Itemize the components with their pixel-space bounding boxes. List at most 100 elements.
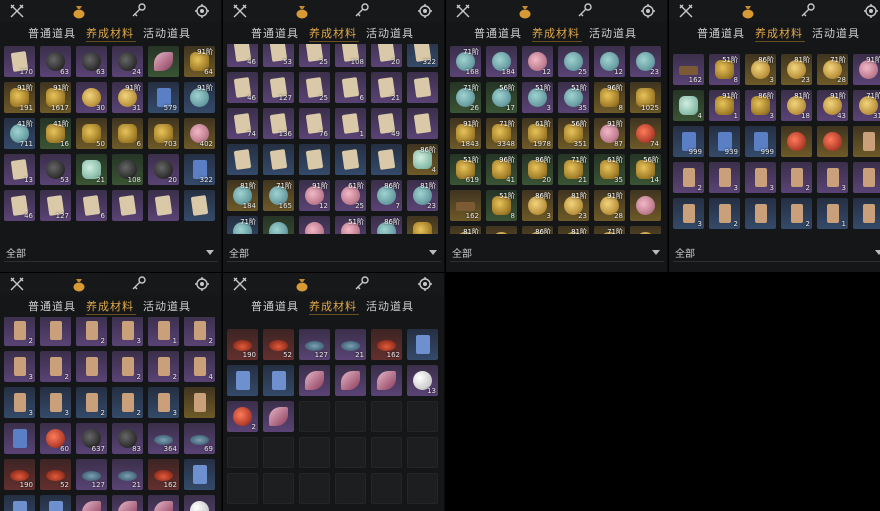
filter-dropdown[interactable]: 全部 (4, 242, 218, 262)
item-slot[interactable] (184, 190, 215, 221)
item-slot[interactable]: 86阶 3 (522, 190, 553, 221)
item-slot[interactable]: 51阶 3 (522, 82, 553, 113)
item-slot[interactable] (407, 329, 438, 360)
filter-dropdown[interactable]: 全部 (227, 242, 441, 262)
gear-icon[interactable] (416, 2, 434, 20)
item-slot[interactable]: 3 (148, 387, 179, 418)
item-slot[interactable]: 76 (299, 108, 330, 139)
item-slot[interactable]: 190 (4, 459, 35, 490)
item-slot[interactable]: 46 (227, 72, 258, 103)
item-slot[interactable]: 52 (40, 459, 71, 490)
crossed-swords-icon[interactable] (231, 275, 249, 293)
item-slot[interactable] (112, 190, 143, 221)
item-slot[interactable]: 364 (148, 423, 179, 454)
key-icon[interactable] (353, 275, 371, 293)
tab-common-items[interactable]: 普通道具 (251, 25, 299, 41)
item-slot[interactable]: 81阶 184 (227, 180, 258, 211)
item-slot[interactable]: 30 (76, 82, 107, 113)
item-slot[interactable]: 91阶 31 (112, 82, 143, 113)
item-slot[interactable]: 3 (40, 387, 71, 418)
item-slot[interactable]: 2 (148, 351, 179, 382)
item-slot[interactable] (299, 216, 330, 236)
item-slot[interactable]: 56阶 351 (558, 118, 589, 149)
item-slot[interactable]: 162 (148, 459, 179, 490)
tab-common-items[interactable]: 普通道具 (251, 298, 299, 314)
item-slot[interactable]: 21 (76, 154, 107, 185)
item-slot[interactable]: 56阶 14 (630, 154, 661, 185)
item-slot[interactable]: 127 (263, 72, 294, 103)
item-slot[interactable] (853, 198, 880, 229)
item-slot[interactable] (184, 495, 215, 511)
item-slot[interactable]: 96阶 8 (594, 82, 625, 113)
item-slot[interactable]: 21 (371, 72, 402, 103)
item-slot[interactable]: 3 (709, 162, 740, 193)
item-slot[interactable]: 53 (40, 154, 71, 185)
item-slot[interactable]: 3 (673, 198, 704, 229)
item-slot[interactable]: 2 (227, 401, 258, 432)
item-slot[interactable]: 170 (4, 46, 35, 77)
item-slot[interactable] (745, 198, 776, 229)
item-slot[interactable]: 51阶 (335, 216, 366, 236)
item-slot[interactable]: 86阶 4 (407, 144, 438, 175)
tab-growth-materials[interactable]: 养成材料 (755, 25, 803, 41)
item-slot[interactable] (227, 144, 258, 175)
item-slot[interactable] (227, 365, 258, 396)
item-slot[interactable]: 1 (335, 108, 366, 139)
item-slot[interactable]: 162 (673, 54, 704, 85)
item-slot[interactable]: 136 (263, 108, 294, 139)
bag-icon[interactable] (516, 2, 534, 20)
item-slot[interactable]: 74 (630, 118, 661, 149)
item-slot[interactable]: 83 (112, 423, 143, 454)
item-slot[interactable] (371, 365, 402, 396)
item-slot[interactable] (407, 108, 438, 139)
item-slot[interactable] (148, 46, 179, 77)
item-slot[interactable] (40, 495, 71, 511)
item-slot[interactable]: 61阶 35 (594, 154, 625, 185)
crossed-swords-icon[interactable] (677, 2, 695, 20)
key-icon[interactable] (576, 2, 594, 20)
tab-event-items[interactable]: 活动道具 (143, 25, 191, 41)
gear-icon[interactable] (639, 2, 657, 20)
key-icon[interactable] (130, 2, 148, 20)
item-slot[interactable]: 127 (40, 190, 71, 221)
item-slot[interactable]: 162 (450, 190, 481, 221)
tab-growth-materials[interactable]: 养成材料 (309, 25, 357, 41)
gear-icon[interactable] (193, 275, 211, 293)
item-slot[interactable]: 71阶 21 (558, 154, 589, 185)
bag-icon[interactable] (70, 275, 88, 293)
item-slot[interactable]: 53 (263, 44, 294, 67)
item-slot[interactable]: 71阶 31 (853, 90, 880, 121)
tab-event-items[interactable]: 活动道具 (812, 25, 860, 41)
tab-growth-materials[interactable]: 养成材料 (532, 25, 580, 41)
item-slot[interactable]: 2 (112, 351, 143, 382)
item-slot[interactable]: 91阶 1617 (40, 82, 71, 113)
item-slot[interactable]: 60 (40, 423, 71, 454)
item-slot[interactable]: 2 (76, 317, 107, 346)
item-slot[interactable]: 2 (673, 162, 704, 193)
bag-icon[interactable] (293, 275, 311, 293)
tab-event-items[interactable]: 活动道具 (366, 298, 414, 314)
item-slot[interactable]: 12 (594, 46, 625, 77)
item-slot[interactable] (263, 401, 294, 432)
item-slot[interactable]: 91阶 64 (184, 46, 215, 77)
item-slot[interactable]: 999 (673, 126, 704, 157)
tab-common-items[interactable]: 普通道具 (697, 25, 745, 41)
item-slot[interactable]: 12 (522, 46, 553, 77)
item-slot[interactable] (184, 387, 215, 418)
item-slot[interactable]: 25 (299, 44, 330, 67)
item-slot[interactable] (853, 126, 880, 157)
item-slot[interactable]: 3 (4, 351, 35, 382)
item-slot[interactable]: 1 (148, 317, 179, 346)
item-slot[interactable] (4, 495, 35, 511)
item-slot[interactable]: 4 (184, 351, 215, 382)
item-slot[interactable] (4, 423, 35, 454)
item-slot[interactable]: 2 (4, 317, 35, 346)
item-slot[interactable]: 13 (407, 365, 438, 396)
item-slot[interactable]: 86阶 3 (745, 54, 776, 85)
item-slot[interactable]: 71阶 26 (450, 82, 481, 113)
bag-icon[interactable] (70, 2, 88, 20)
filter-dropdown[interactable]: 全部 (450, 242, 664, 262)
item-slot[interactable]: 71阶 3348 (486, 118, 517, 149)
item-slot[interactable] (263, 144, 294, 175)
item-slot[interactable]: 91阶 191 (4, 82, 35, 113)
